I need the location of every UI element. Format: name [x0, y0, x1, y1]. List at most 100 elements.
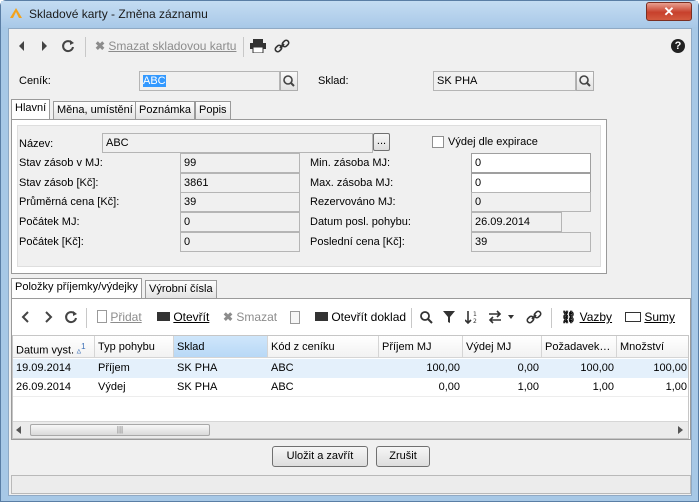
table-cell: Výdej	[98, 381, 126, 393]
nazev-label: Název:	[19, 138, 54, 150]
main-tabstrip: Hlavní Měna, umístění Poznámka Popis	[11, 99, 311, 121]
tab-mena-umisteni[interactable]: Měna, umístění	[53, 101, 137, 119]
posledni-cena-field: 39	[471, 232, 591, 252]
horizontal-scrollbar[interactable]: |||	[13, 421, 688, 438]
grid-forward-icon[interactable]	[43, 311, 53, 323]
copy-icon[interactable]	[290, 311, 300, 324]
scroll-left-icon[interactable]	[16, 426, 21, 434]
sums-button[interactable]: Sumy	[625, 306, 675, 328]
stav-kc-field: 3861	[180, 173, 300, 193]
vydej-checkbox[interactable]	[432, 136, 444, 148]
table-row[interactable]: 26.09.2014 Výdej SK PHA ABC 0,00 1,00 1,…	[13, 378, 688, 397]
close-button[interactable]: ✕	[646, 2, 692, 21]
grid-refresh-icon[interactable]	[64, 310, 78, 324]
transfer-dropdown-icon[interactable]	[488, 310, 520, 324]
print-icon[interactable]	[250, 39, 266, 53]
search-icon	[579, 75, 591, 87]
tab-polozky[interactable]: Položky příjemky/výdejky	[11, 278, 142, 298]
relations-button[interactable]: ⛓ Vazby	[561, 306, 612, 328]
table-cell: 1,00	[592, 381, 614, 393]
scrollbar-thumb[interactable]: |||	[30, 424, 210, 436]
table-cell: Příjem	[98, 362, 130, 374]
stav-mj-field: 99	[180, 153, 300, 173]
new-document-icon	[97, 310, 107, 323]
column-header[interactable]: Příjem MJ	[379, 336, 463, 358]
relations-label: Vazby	[579, 310, 613, 324]
rezervovano-label: Rezervováno MJ:	[310, 196, 396, 208]
grid-back-icon[interactable]	[21, 311, 31, 323]
cancel-button[interactable]: Zrušit	[376, 446, 430, 467]
open-document-button[interactable]: Otevřít doklad	[315, 306, 406, 328]
rezervovano-field: 0	[471, 192, 591, 212]
column-header[interactable]: Množství	[617, 336, 688, 358]
table-row[interactable]: 19.09.2014 Příjem SK PHA ABC 100,00 0,00…	[13, 359, 688, 378]
pocatek-mj-field: 0	[180, 212, 300, 232]
pocatek-kc-label: Počátek [Kč]:	[19, 236, 84, 248]
tab-popis[interactable]: Popis	[195, 101, 231, 119]
delete-card-label: Smazat skladovou kartu	[108, 39, 237, 53]
app-logo-icon	[10, 8, 22, 18]
sum-icon	[625, 312, 641, 322]
table-cell: ABC	[271, 381, 294, 393]
table-cell: 1,00	[517, 381, 539, 393]
window: Skladové karty - Změna záznamu ✕ ✖ Smaza…	[0, 0, 699, 502]
save-and-close-button[interactable]: Uložit a zavřít	[272, 446, 368, 467]
table-cell: 0,00	[438, 381, 460, 393]
sort-icon[interactable]: 12	[465, 309, 479, 325]
column-header-label: Datum vyst.	[16, 344, 75, 357]
delete-label: Smazat	[236, 310, 278, 324]
min-field[interactable]: 0	[471, 153, 591, 173]
scroll-right-icon[interactable]	[678, 426, 683, 434]
open-button[interactable]: Otevřít	[157, 306, 209, 328]
tab-vyrobni-cisla[interactable]: Výrobní čísla	[145, 280, 217, 298]
sklad-field[interactable]: SK PHA	[433, 71, 576, 91]
help-icon[interactable]: ?	[671, 39, 685, 53]
column-header[interactable]: Sklad	[174, 336, 268, 358]
max-label: Max. zásoba MJ:	[310, 177, 394, 189]
tab-hlavni[interactable]: Hlavní	[11, 99, 51, 119]
nazev-ellipsis-button[interactable]: ...	[373, 133, 390, 151]
cenik-field[interactable]: ABC	[139, 71, 280, 91]
open-document-label: Otevřít doklad	[331, 310, 407, 324]
stav-kc-label: Stav zásob [Kč]:	[19, 177, 99, 189]
forward-icon[interactable]	[39, 40, 49, 52]
refresh-icon[interactable]	[61, 39, 75, 53]
add-button[interactable]: Přidat	[97, 306, 142, 328]
status-bar	[11, 475, 691, 494]
column-header[interactable]: Požadavek…	[542, 336, 617, 358]
filter-icon[interactable]	[443, 310, 455, 324]
sums-label: Sumy	[644, 310, 676, 324]
tab-poznamka[interactable]: Poznámka	[135, 101, 195, 119]
table-cell: 1,00	[665, 381, 687, 393]
stav-mj-label: Stav zásob v MJ:	[19, 157, 103, 169]
posledni-cena-label: Poslední cena [Kč]:	[310, 236, 405, 248]
cenik-label: Ceník:	[19, 75, 51, 87]
cenik-lookup-button[interactable]	[280, 71, 298, 91]
table-cell: 19.09.2014	[16, 362, 72, 374]
column-header[interactable]: Typ pohybu	[95, 336, 174, 358]
open-label: Otevřít	[173, 310, 210, 324]
sklad-lookup-button[interactable]	[576, 71, 594, 91]
column-header[interactable]: Výdej MJ	[463, 336, 542, 358]
table-cell: 100,00	[580, 362, 614, 374]
link-icon[interactable]	[274, 38, 290, 54]
max-field[interactable]: 0	[471, 173, 591, 193]
pocatek-mj-label: Počátek MJ:	[19, 216, 80, 228]
column-header[interactable]: Datum vyst. ▵1	[13, 336, 95, 358]
items-grid[interactable]: Datum vyst. ▵1 Typ pohybu Sklad Kód z ce…	[12, 335, 689, 439]
table-cell: 26.09.2014	[16, 381, 72, 393]
sort-order: 1	[81, 342, 86, 351]
window-title: Skladové karty - Změna záznamu	[29, 7, 208, 21]
min-label: Min. zásoba MJ:	[310, 157, 391, 169]
search-icon[interactable]	[419, 310, 433, 324]
delete-button[interactable]: ✖ Smazat	[223, 306, 277, 328]
add-label: Přidat	[110, 310, 142, 324]
pocatek-kc-field: 0	[180, 232, 300, 252]
nazev-field[interactable]: ABC	[102, 133, 373, 153]
column-header[interactable]: Kód z ceníku	[268, 336, 379, 358]
folder-icon	[315, 312, 328, 321]
back-icon[interactable]	[17, 40, 27, 52]
title-bar[interactable]: Skladové karty - Změna záznamu ✕	[1, 1, 698, 27]
link-icon[interactable]	[526, 309, 542, 325]
delete-card-button[interactable]: ✖ Smazat skladovou kartu	[95, 35, 236, 57]
